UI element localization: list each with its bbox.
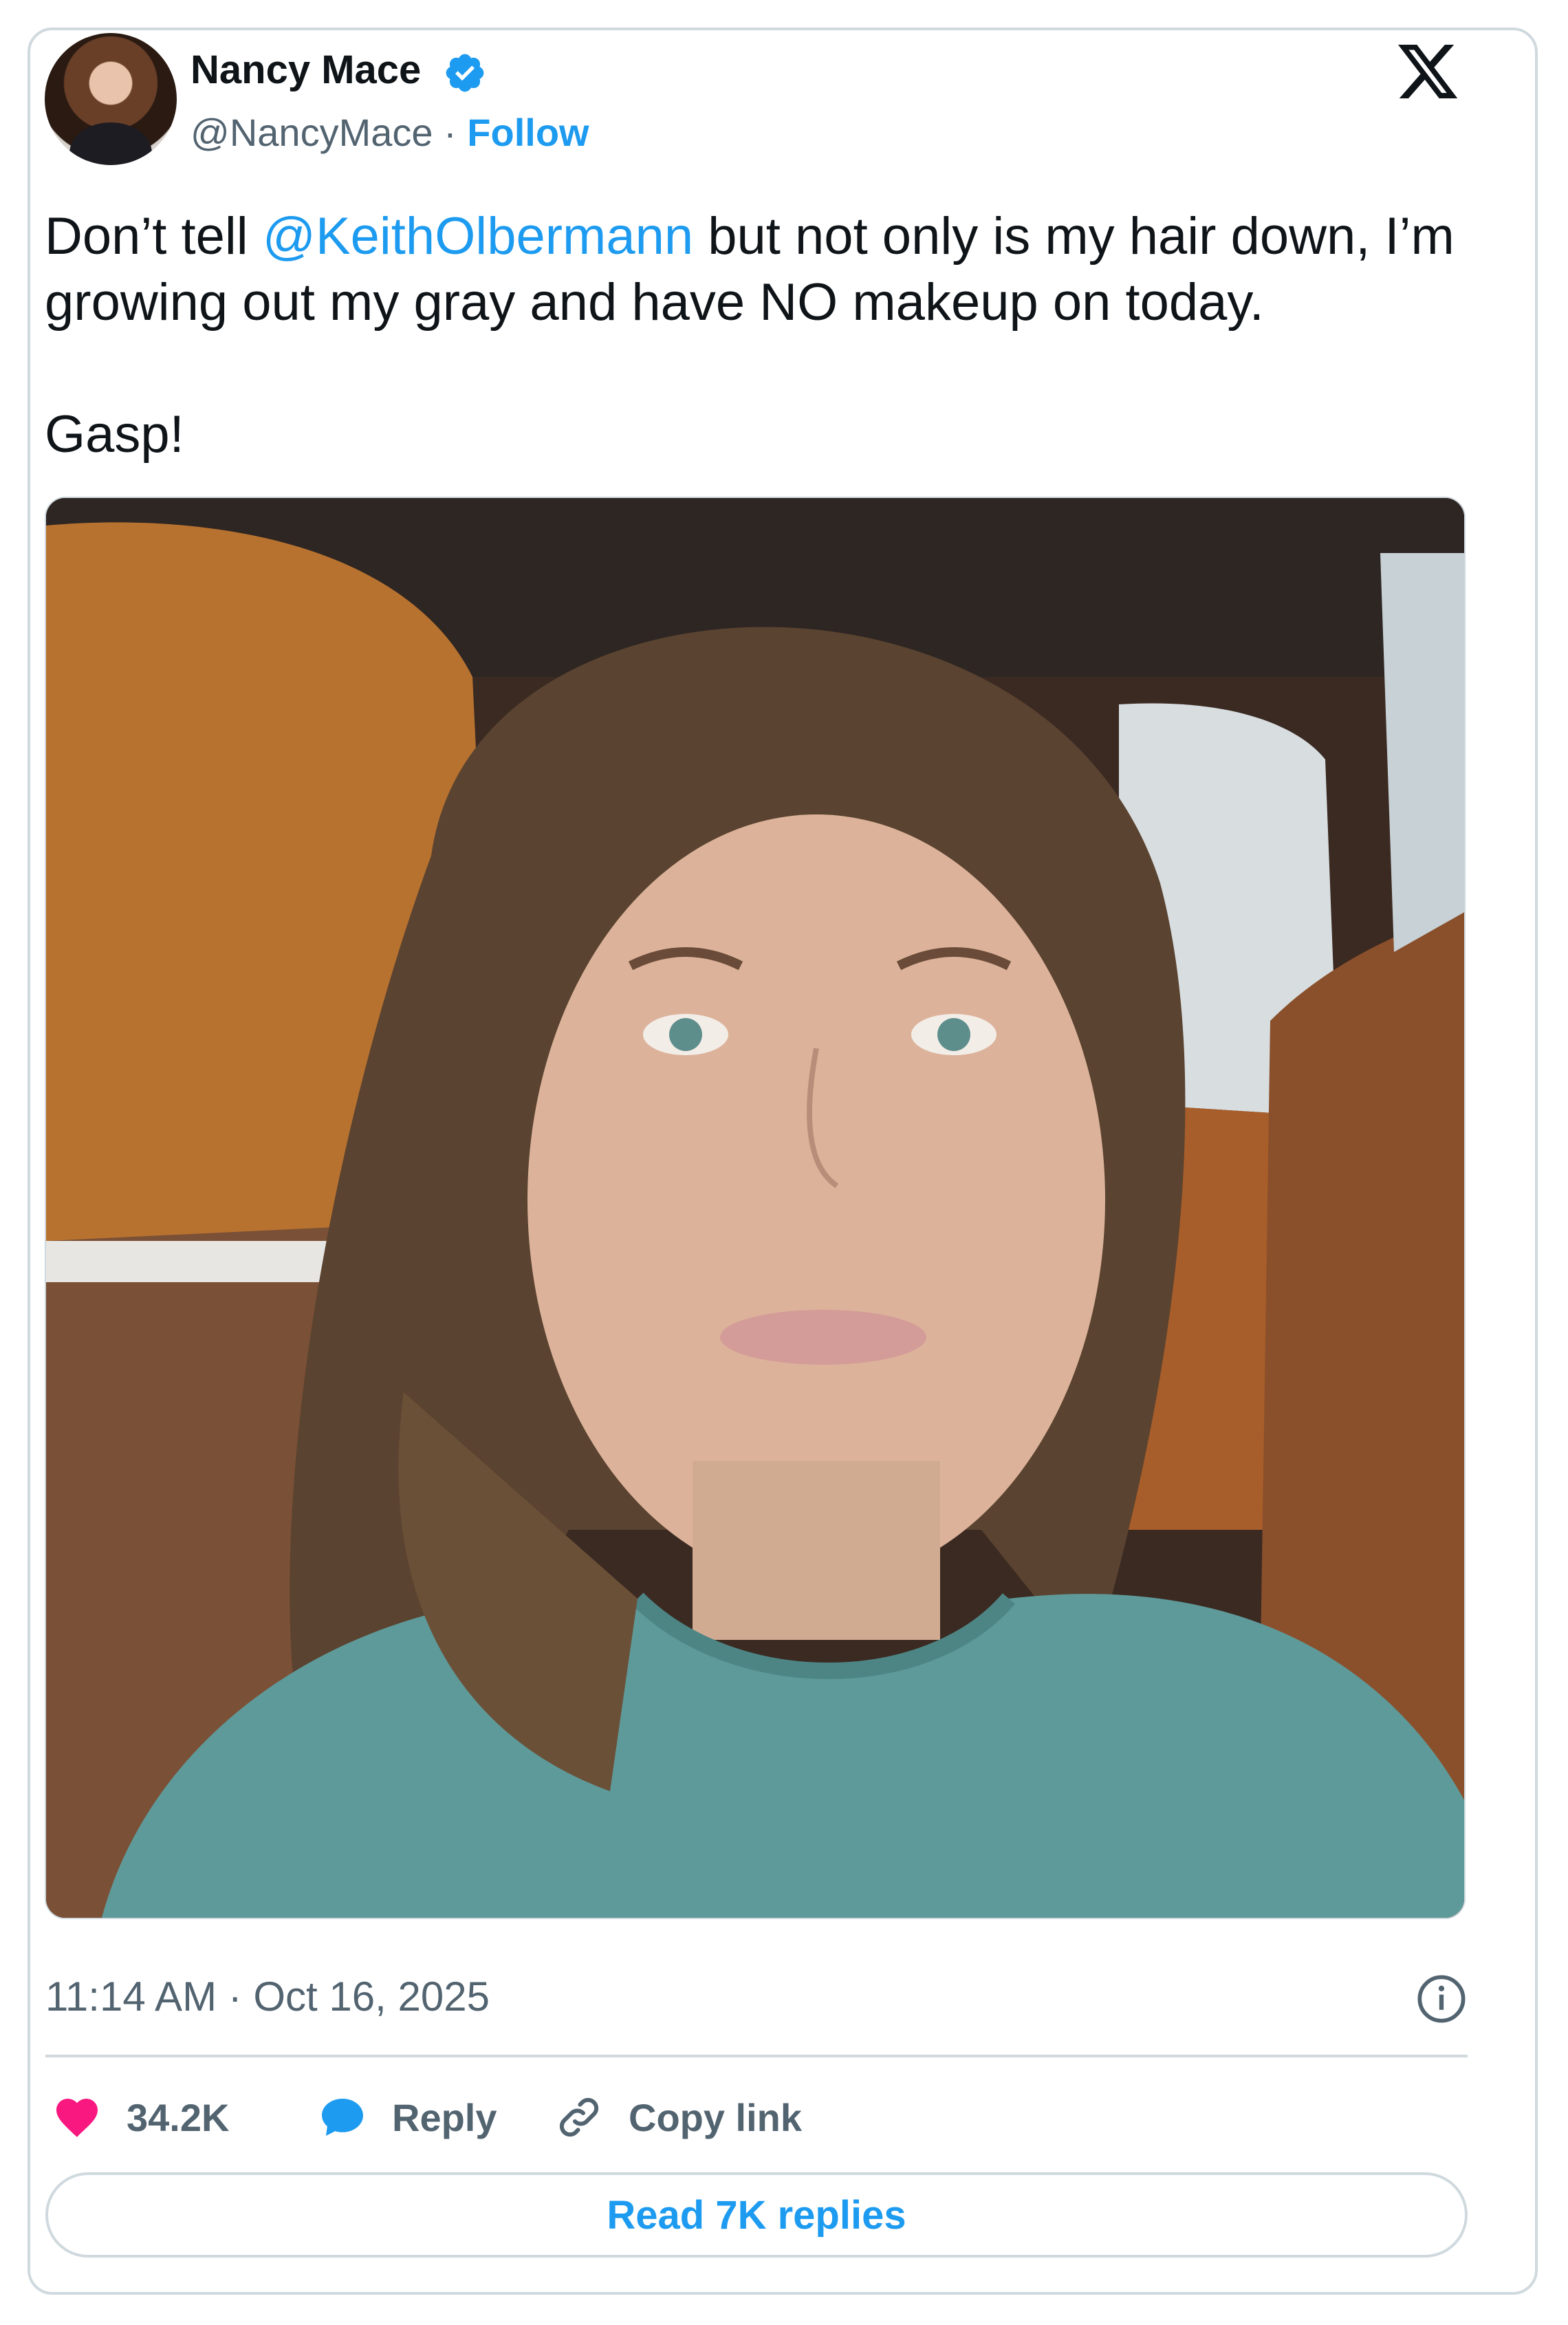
author-name[interactable]: Nancy Mace — [190, 47, 421, 93]
speech-bubble-icon — [322, 2099, 363, 2136]
heart-icon — [56, 2099, 98, 2137]
copy-link-label: Copy link — [629, 2095, 803, 2139]
x-logo-icon[interactable] — [1395, 39, 1461, 105]
reply-button[interactable]: Reply — [318, 2084, 497, 2150]
tweet-text-before: Don’t tell — [45, 207, 263, 266]
mention-link[interactable]: @KeithOlbermann — [263, 207, 693, 266]
tweet-paragraph-2: Gasp! — [45, 405, 184, 464]
tweet-paragraph-1: Don’t tell @KeithOlbermann but not only … — [45, 204, 1496, 336]
link-icon — [559, 2097, 599, 2137]
verified-badge-icon — [446, 54, 484, 92]
copy-link-button[interactable]: Copy link — [554, 2084, 802, 2150]
selfie-illustration — [46, 498, 1464, 1918]
avatar[interactable] — [45, 33, 177, 165]
info-icon[interactable] — [1415, 1973, 1468, 2025]
avatar-shoulders — [69, 122, 152, 165]
like-count: 34.2K — [127, 2095, 230, 2139]
reply-label: Reply — [392, 2095, 497, 2139]
author-handle[interactable]: @NancyMace — [190, 111, 433, 154]
separator-dot: · — [444, 111, 457, 154]
tweet-photo[interactable] — [45, 497, 1466, 1919]
read-replies-button[interactable]: Read 7K replies — [45, 2172, 1468, 2258]
divider — [45, 2055, 1468, 2057]
like-button[interactable]: 34.2K — [52, 2084, 229, 2150]
tweet-text: Don’t tell @KeithOlbermann but not only … — [45, 204, 1496, 468]
tweet-timestamp[interactable]: 11:14 AM · Oct 16, 2025 — [45, 1973, 490, 2020]
follow-link[interactable]: Follow — [467, 111, 589, 154]
handle-row: @NancyMace · Follow — [190, 110, 589, 155]
